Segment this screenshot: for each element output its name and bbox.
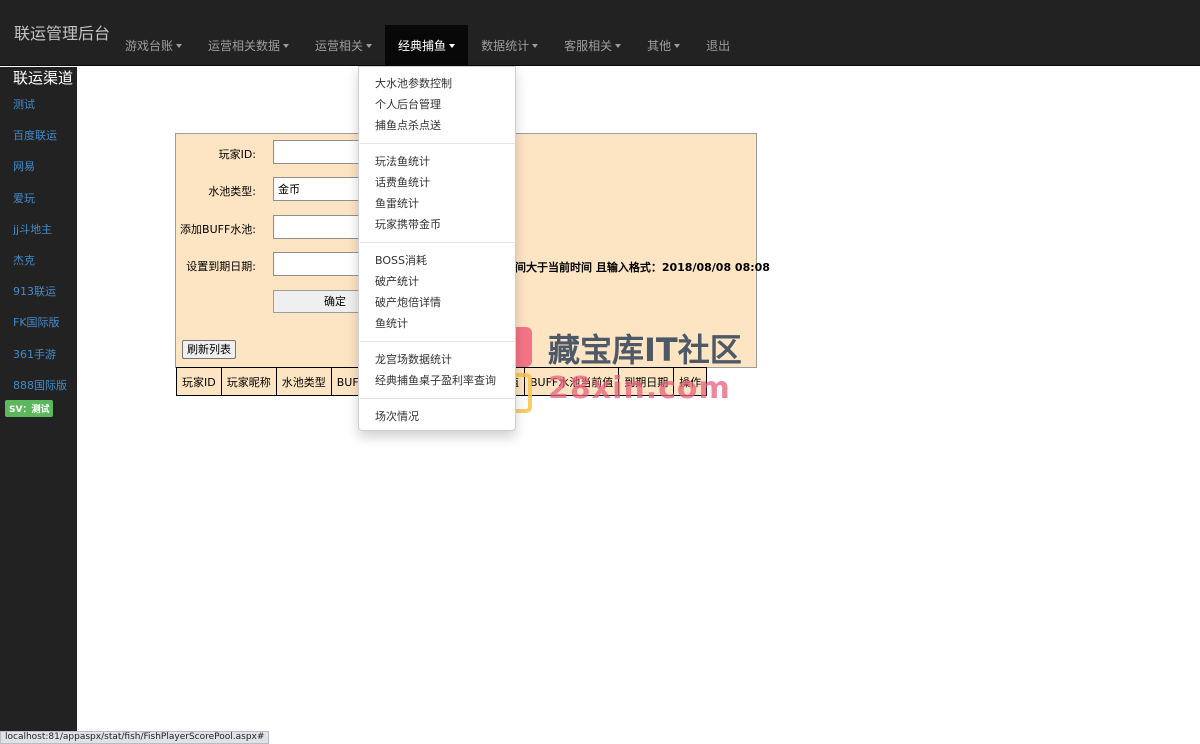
table-header-cell: 玩家昵称 — [220, 367, 277, 396]
menu-divider — [360, 242, 515, 243]
nav-item-label: 客服相关 — [564, 39, 613, 53]
menu-item[interactable]: 破产统计 — [375, 273, 419, 289]
table-header-cell: 玩家ID — [176, 367, 222, 396]
menu-item[interactable]: 龙宫场数据统计 — [375, 351, 452, 367]
expire-date-label: 设置到期日期: — [186, 260, 256, 273]
sidebar-channel-link[interactable]: 网易 — [13, 158, 35, 174]
pool-type-select[interactable]: 金币 — [273, 177, 363, 201]
nav-item-5[interactable]: 客服相关 — [551, 25, 634, 66]
menu-item[interactable]: 大水池参数控制 — [375, 75, 452, 91]
status-bar-url: localhost:81/appaspx/stat/fish/FishPlaye… — [0, 731, 270, 744]
caret-down-icon — [366, 43, 373, 48]
caret-down-icon — [283, 43, 290, 48]
nav-item-3[interactable]: 经典捕鱼 — [385, 25, 469, 66]
sidebar-channel-link[interactable]: 361手游 — [13, 346, 56, 362]
nav-item-label: 数据统计 — [481, 39, 530, 53]
pool-type-label: 水池类型: — [208, 185, 256, 198]
sidebar-channel-link[interactable]: 913联运 — [13, 283, 56, 299]
menu-divider — [360, 143, 515, 144]
refresh-list-button[interactable]: 刷新列表 — [182, 340, 236, 359]
admin-app: 联运管理后台 游戏台账 运营相关数据 运营相关 经典捕鱼 数据统计 客服相关 其他 退出 联运… — [0, 0, 1200, 744]
menu-item[interactable]: 个人后台管理 — [375, 96, 441, 112]
sidebar-channel-link[interactable]: 888国际版 — [13, 377, 67, 393]
sidebar-channel-link[interactable]: 测试 — [13, 96, 35, 112]
nav-item-2[interactable]: 运营相关 — [302, 25, 385, 66]
player-id-label: 玩家ID: — [218, 148, 256, 161]
nav-item-label: 运营相关 — [315, 39, 364, 53]
brand-title[interactable]: 联运管理后台 — [14, 20, 110, 44]
fishing-dropdown-menu: 大水池参数控制 个人后台管理 捕鱼点杀点送 玩法鱼统计话费鱼统计鱼雷统计玩家携带金币 B… — [358, 66, 516, 431]
top-navbar: 联运管理后台 游戏台账 运营相关数据 运营相关 经典捕鱼 数据统计 客服相关 其他 退出 — [0, 0, 1200, 66]
caret-down-icon — [449, 43, 456, 48]
expire-date-input[interactable] — [273, 252, 363, 276]
date-format-hint: 间大于当前时间 且输入格式：2018/08/08 08:08 — [515, 261, 770, 274]
menu-item[interactable]: 玩家携带金币 — [375, 216, 441, 232]
caret-down-icon — [615, 43, 622, 48]
nav-item-6[interactable]: 其他 — [634, 25, 693, 66]
player-id-input[interactable] — [273, 140, 363, 164]
caret-down-icon — [674, 43, 681, 48]
sidebar-channel-link[interactable]: jj斗地主 — [13, 221, 52, 237]
menu-item[interactable]: 破产炮倍详情 — [375, 294, 441, 310]
menu-item[interactable]: 玩法鱼统计 — [375, 153, 430, 169]
sidebar-channel-link[interactable]: 杰克 — [13, 252, 35, 268]
sidebar-title: 联运渠道 — [13, 69, 74, 87]
sidebar-channel-link[interactable]: 爱玩 — [13, 190, 35, 206]
menu-item[interactable]: 鱼统计 — [375, 315, 408, 331]
buff-pool-label: 添加BUFF水池: — [180, 223, 256, 236]
menu-item[interactable]: BOSS消耗 — [375, 252, 427, 268]
sidebar-channel-link[interactable]: 百度联运 — [13, 127, 57, 143]
table-header-cell: 操作 — [673, 367, 708, 396]
sv-badge: SV：测试 — [5, 400, 54, 417]
caret-down-icon — [176, 43, 183, 48]
menu-item[interactable]: 话费鱼统计 — [375, 174, 430, 190]
menu-divider — [360, 341, 515, 342]
nav-item-label: 经典捕鱼 — [398, 39, 447, 53]
table-header-cell: 到期日期 — [618, 367, 675, 396]
nav-item-label: 运营相关数据 — [208, 39, 281, 53]
table-header-cell: BUFF水池当前值 — [523, 367, 620, 396]
menu-item[interactable]: 场次情况 — [375, 408, 419, 424]
caret-down-icon — [532, 43, 539, 48]
menu-divider — [360, 398, 515, 399]
menu-item[interactable]: 捕鱼点杀点送 — [375, 117, 441, 133]
nav-item-4[interactable]: 数据统计 — [468, 25, 551, 66]
menu-item[interactable]: 鱼雷统计 — [375, 195, 419, 211]
sidebar-channel-link[interactable]: FK国际版 — [13, 314, 60, 330]
table-header-cell: 水池类型 — [275, 367, 332, 396]
buff-pool-input[interactable] — [273, 215, 363, 239]
nav-item-label: 退出 — [706, 39, 731, 53]
nav-item-1[interactable]: 运营相关数据 — [195, 25, 302, 66]
nav-item-0[interactable]: 游戏台账 — [112, 25, 195, 66]
main-nav: 游戏台账 运营相关数据 运营相关 经典捕鱼 数据统计 客服相关 其他 退出 — [112, 25, 743, 66]
channel-sidebar: 联运渠道 SV：测试 测试百度联运网易爱玩 jj斗地主杰克 913联运 FK国际版 36… — [0, 67, 77, 744]
nav-item-label: 游戏台账 — [125, 39, 174, 53]
nav-item-label: 其他 — [647, 39, 672, 53]
nav-item-7[interactable]: 退出 — [693, 25, 743, 66]
menu-item[interactable]: 经典捕鱼桌子盈利率查询 — [375, 372, 496, 388]
